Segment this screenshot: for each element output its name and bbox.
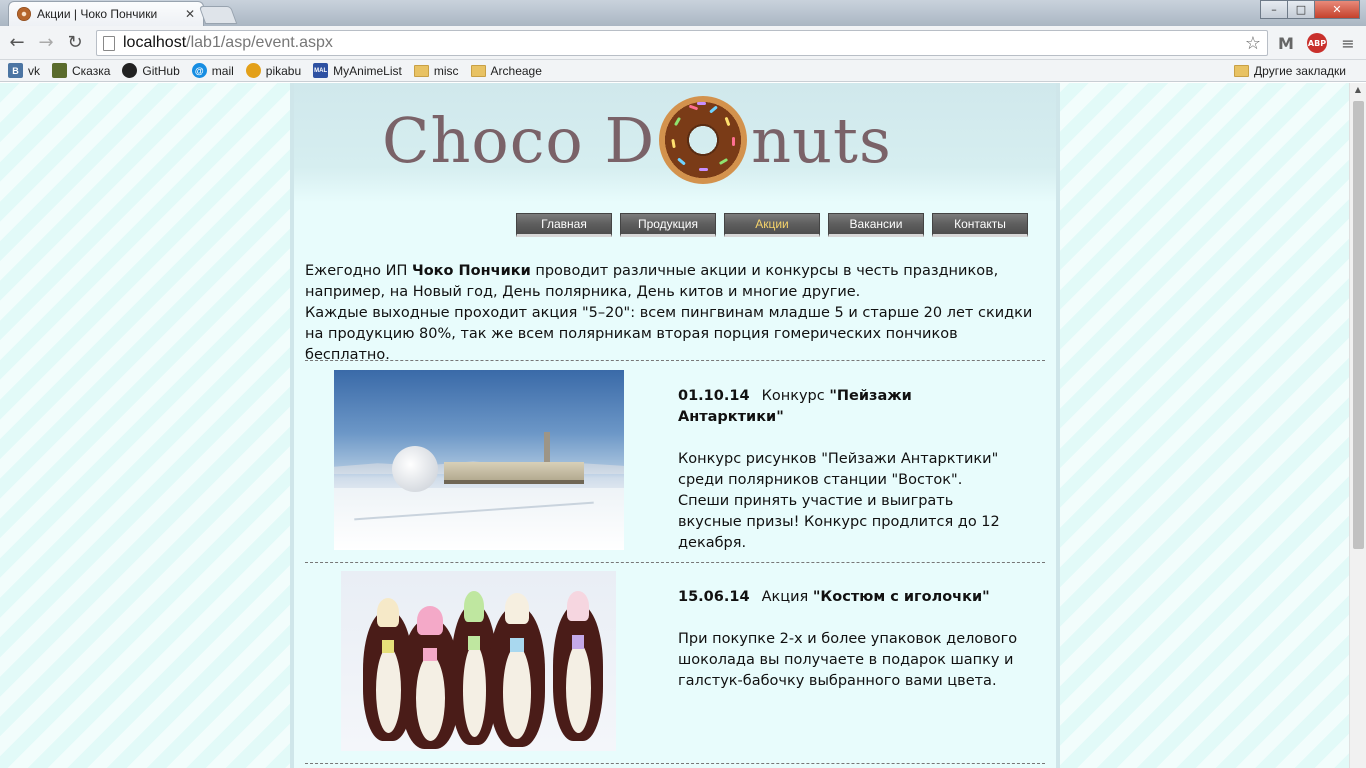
event-image-antarctica [334,370,624,550]
gmail-checker-icon[interactable]: M [1274,32,1298,54]
event-body: 15.06.14 Акция "Костюм с иголочки" При по… [678,587,1018,692]
event-title: "Костюм с иголочки" [812,589,990,605]
adblock-plus-icon[interactable]: ABP [1305,32,1329,54]
page-viewport: Choco D nuts Главная Продукция Акции Вак… [0,83,1349,768]
bookmark-label: mail [211,63,234,78]
bookmark-myanimelist[interactable]: MAL MyAnimeList [313,63,402,78]
other-bookmarks-label: Другие закладки [1254,63,1346,78]
window-controls: – □ ✕ [1260,0,1360,19]
menu-item-contacts[interactable]: Контакты [932,213,1028,237]
scrollbar-thumb[interactable] [1353,101,1364,549]
bookmark-label: GitHub [142,63,180,78]
github-icon [122,63,138,78]
site-header: Choco D nuts [294,83,1056,203]
intro-part3: Каждые выходные проходит акция "5–20": в… [305,305,1033,363]
separator [305,360,1045,361]
intro-company-name: Чоко Пончики [411,263,531,279]
folder-icon [413,64,429,77]
url-path: /lab1/asp/event.aspx [186,34,333,51]
site-logo[interactable]: Choco D nuts [382,96,892,184]
event-date: 15.06.14 [678,589,750,605]
reload-icon[interactable]: ↻ [63,32,87,54]
bookmark-label: MyAnimeList [333,63,402,78]
other-bookmarks-folder[interactable]: Другие закладки [1234,64,1346,78]
bookmark-label: Archeage [490,63,542,78]
bookmark-pikabu[interactable]: pikabu [245,63,302,78]
pikabu-icon [245,63,261,78]
vk-icon: B [8,63,23,78]
address-bar[interactable]: localhost/lab1/asp/event.aspx ☆ [96,30,1268,56]
bookmark-github[interactable]: GitHub [122,63,180,78]
abp-label: ABP [1307,33,1327,53]
bookmark-label: Сказка [72,63,111,78]
bookmark-folder-misc[interactable]: misc [413,63,459,78]
new-tab-button[interactable] [198,6,238,24]
bookmark-label: misc [433,63,459,78]
menu-item-products[interactable]: Продукция [620,213,716,237]
bookmark-mail[interactable]: @ mail [191,63,234,78]
browser-toolbar: ← → ↻ localhost/lab1/asp/event.aspx ☆ M … [0,26,1366,60]
donut-favicon-icon [17,7,31,21]
intro-text: Ежегодно ИП Чоко Пончики проводит различ… [305,261,1045,366]
page-icon [103,35,115,51]
myanimelist-icon: MAL [313,63,329,78]
tab-title: Акции | Чоко Пончики [37,7,158,21]
event-description: При покупке 2-х и более упаковок деловог… [678,631,1018,689]
forward-arrow-icon[interactable]: → [34,32,58,54]
event-description: Конкурс рисунков "Пейзажи Антарктики" ср… [678,451,1000,551]
logo-text-left: Choco D [382,103,656,177]
vertical-scrollbar[interactable]: ▲ [1349,83,1366,768]
bookmark-label: pikabu [265,63,302,78]
skazka-icon [52,63,67,78]
scroll-up-arrow-icon[interactable]: ▲ [1350,85,1366,99]
bookmark-star-icon[interactable]: ☆ [1245,33,1261,54]
logo-text-right: nuts [751,103,892,177]
browser-tab-active[interactable]: Акции | Чоко Пончики ✕ [8,1,204,26]
donut-logo-icon [659,96,748,184]
mail-icon: @ [191,63,207,78]
event-kind: Акция [761,589,813,605]
bookmark-label: vk [28,63,40,78]
url-host: localhost [123,34,187,51]
event-image-penguins [341,571,616,751]
bookmark-vk[interactable]: Bvk [8,63,40,78]
separator [305,763,1045,764]
bookmark-folder-archeage[interactable]: Archeage [470,63,542,78]
browser-menu-icon[interactable]: ≡ [1336,32,1360,54]
event-item: 01.10.14 Конкурс "Пейзажи Антарктики" Кон… [305,362,1045,551]
event-heading: 15.06.14 Акция "Костюм с иголочки" [678,587,1018,608]
main-menu: Главная Продукция Акции Вакансии Контакт… [516,213,1028,237]
menu-item-events[interactable]: Акции [724,213,820,237]
back-arrow-icon[interactable]: ← [5,32,29,54]
menu-item-home[interactable]: Главная [516,213,612,237]
maximize-button[interactable]: □ [1287,0,1315,19]
event-item: 15.06.14 Акция "Костюм с иголочки" При по… [305,563,1045,751]
folder-icon [1234,64,1250,77]
bookmark-skazka[interactable]: Сказка [52,63,110,78]
window-titlebar: Акции | Чоко Пончики ✕ – □ ✕ [0,0,1366,26]
close-window-button[interactable]: ✕ [1314,0,1360,19]
folder-icon [470,64,486,77]
event-kind: Конкурс [761,388,830,404]
intro-part1: Ежегодно ИП [305,263,412,279]
tab-close-icon[interactable]: ✕ [185,7,195,21]
event-body: 01.10.14 Конкурс "Пейзажи Антарктики" Кон… [678,386,1018,554]
minimize-button[interactable]: – [1260,0,1288,19]
event-heading: 01.10.14 Конкурс "Пейзажи Антарктики" [678,386,1018,428]
bookmarks-bar: Bvk Сказка GitHub @ mail pikabu MAL MyAnim… [0,60,1366,82]
menu-item-vacancies[interactable]: Вакансии [828,213,924,237]
event-date: 01.10.14 [678,388,750,404]
site-container: Choco D nuts Главная Продукция Акции Вак… [290,83,1060,768]
